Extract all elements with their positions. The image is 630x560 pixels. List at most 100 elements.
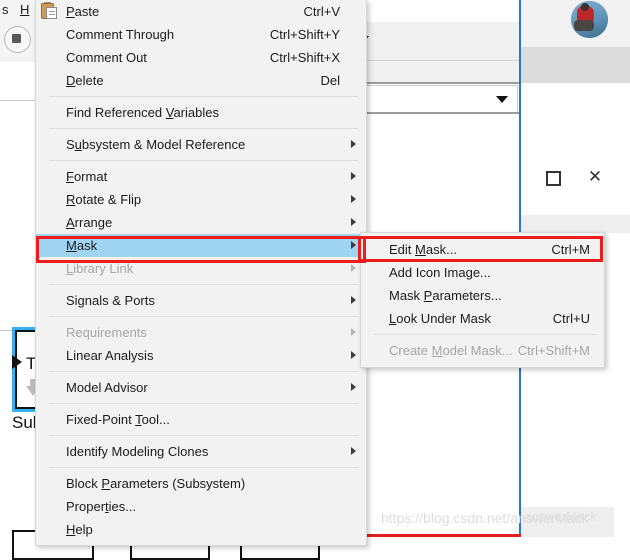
chevron-right-icon (351, 296, 356, 304)
chevron-right-icon (351, 195, 356, 203)
menu-separator (49, 96, 358, 97)
menu-item-label: Signals & Ports (66, 293, 155, 308)
outer-grey-band-2 (521, 215, 630, 233)
menu-item-subsystem-model-reference[interactable]: Subsystem & Model Reference (36, 133, 366, 156)
menu-item-rotate-flip[interactable]: Rotate & Flip (36, 188, 366, 211)
chevron-right-icon (351, 447, 356, 455)
menu-item-delete[interactable]: Delete Del (36, 69, 366, 92)
menu-item-label: Properties... (66, 499, 137, 514)
menu-item-label: Block Parameters (Subsystem) (66, 476, 246, 491)
menu-item-block-parameters-subsystem[interactable]: Block Parameters (Subsystem) (36, 472, 366, 495)
menu-separator (374, 334, 596, 335)
menu-item-arrange[interactable]: Arrange (36, 211, 366, 234)
menu-separator (49, 316, 358, 317)
menu-item-label: Fixed-Point Tool... (66, 412, 170, 427)
menu-item-shortcut: Ctrl+Shift+M (517, 343, 590, 358)
menu-item-mask[interactable]: Mask (36, 234, 366, 257)
menu-item-shortcut: Ctrl+M (551, 242, 590, 257)
menu-separator (49, 435, 358, 436)
menu-item-paste[interactable]: Paste Ctrl+V (36, 0, 366, 23)
menu-item-look-under-mask[interactable]: Look Under Mask Ctrl+U (361, 307, 604, 330)
menu-item-label: Comment Through (66, 27, 175, 42)
right-panel-header (365, 0, 520, 23)
menu-item-label: Linear Analysis (66, 348, 154, 363)
menu-separator (49, 128, 358, 129)
chevron-right-icon (351, 383, 356, 391)
menu-item-properties[interactable]: Properties... (36, 495, 366, 518)
menu-item-label: Look Under Mask (389, 311, 491, 326)
menu-item-fixed-point-tool[interactable]: Fixed-Point Tool... (36, 408, 366, 431)
chevron-right-icon (351, 172, 356, 180)
canvas-divider-1 (0, 100, 35, 101)
menu-item-mask-parameters[interactable]: Mask Parameters... (361, 284, 604, 307)
menu-item-label: Create Model Mask... (389, 343, 513, 358)
menu-item-label: Paste (66, 4, 100, 19)
chevron-down-icon (496, 96, 508, 103)
menu-item-label: Delete (66, 73, 104, 88)
menu-item-shortcut: Ctrl+Shift+X (269, 50, 340, 65)
menu-item-label: Arrange (66, 215, 113, 230)
menu-item-comment-through[interactable]: Comment Through Ctrl+Shift+Y (36, 23, 366, 46)
menu-item-edit-mask[interactable]: Edit Mask... Ctrl+M (361, 238, 604, 261)
chevron-right-icon (351, 264, 356, 272)
menu-item-label: Library Link (66, 261, 134, 276)
menu-separator (49, 160, 358, 161)
menu-item-help[interactable]: Help (36, 518, 366, 541)
menu-item-find-referenced-variables[interactable]: Find Referenced Variables (36, 101, 366, 124)
chevron-right-icon (351, 140, 356, 148)
menu-item-shortcut: Del (320, 73, 340, 88)
menu-item-requirements: Requirements (36, 321, 366, 344)
chevron-right-icon (351, 328, 356, 336)
block-input-port-icon (12, 355, 22, 369)
stop-button[interactable] (4, 26, 31, 53)
panel-dropdown[interactable] (366, 85, 518, 113)
menu-item-label: Find Referenced Variables (66, 105, 219, 120)
menu-item-label: Help (66, 522, 93, 537)
avatar-person-head (581, 3, 589, 11)
menu-item-label: Mask (66, 238, 98, 253)
menu-item-shortcut: Ctrl+V (303, 4, 340, 19)
avatar[interactable] (571, 1, 608, 38)
chevron-right-icon (351, 241, 356, 249)
menu-item-label: Mask Parameters... (389, 288, 502, 303)
menu-item-model-advisor[interactable]: Model Advisor (36, 376, 366, 399)
menu-item-add-icon-image[interactable]: Add Icon Image... (361, 261, 604, 284)
menu-item-label: Format (66, 169, 108, 184)
menu-item-label: Requirements (66, 325, 147, 340)
menu-item-label: Identify Modeling Clones (66, 444, 209, 459)
context-menu[interactable]: Paste Ctrl+V Comment Through Ctrl+Shift+Y Co… (35, 0, 367, 546)
menu-item-label: Add Icon Image... (389, 265, 491, 280)
chevron-right-icon (351, 218, 356, 226)
menu-separator (49, 403, 358, 404)
mask-submenu[interactable]: Edit Mask... Ctrl+M Add Icon Image... Mask … (360, 232, 605, 368)
menubar-item-s[interactable]: s (2, 2, 9, 17)
menu-separator (49, 284, 358, 285)
menu-item-label: Subsystem & Model Reference (66, 137, 246, 152)
menu-item-shortcut: Ctrl+Shift+Y (269, 27, 340, 42)
right-panel-section-a (365, 22, 520, 61)
menu-item-label: Rotate & Flip (66, 192, 142, 207)
menu-item-label: Edit Mask... (389, 242, 457, 257)
chevron-right-icon (351, 351, 356, 359)
avatar-person-legs (574, 20, 594, 31)
menu-item-identify-modeling-clones[interactable]: Identify Modeling Clones (36, 440, 366, 463)
menubar-item-h[interactable]: H (20, 2, 29, 17)
menu-item-comment-out[interactable]: Comment Out Ctrl+Shift+X (36, 46, 366, 69)
menu-item-format[interactable]: Format (36, 165, 366, 188)
window-controls: ✕ (521, 155, 630, 205)
paste-icon (41, 2, 58, 20)
close-icon[interactable]: ✕ (587, 168, 603, 185)
maximize-icon[interactable] (546, 171, 561, 186)
outer-bottom-panel (521, 507, 614, 537)
menu-item-label: Comment Out (66, 50, 147, 65)
right-panel-section-b (365, 61, 520, 84)
menu-separator (49, 467, 358, 468)
menu-item-library-link: Library Link (36, 257, 366, 280)
menu-item-shortcut: Ctrl+U (552, 311, 590, 326)
menu-item-signals-ports[interactable]: Signals & Ports (36, 289, 366, 312)
menu-item-linear-analysis[interactable]: Linear Analysis (36, 344, 366, 367)
menu-separator (49, 371, 358, 372)
outer-grey-band (521, 47, 630, 83)
menu-item-create-model-mask: Create Model Mask... Ctrl+Shift+M (361, 339, 604, 362)
menu-item-label: Model Advisor (66, 380, 148, 395)
